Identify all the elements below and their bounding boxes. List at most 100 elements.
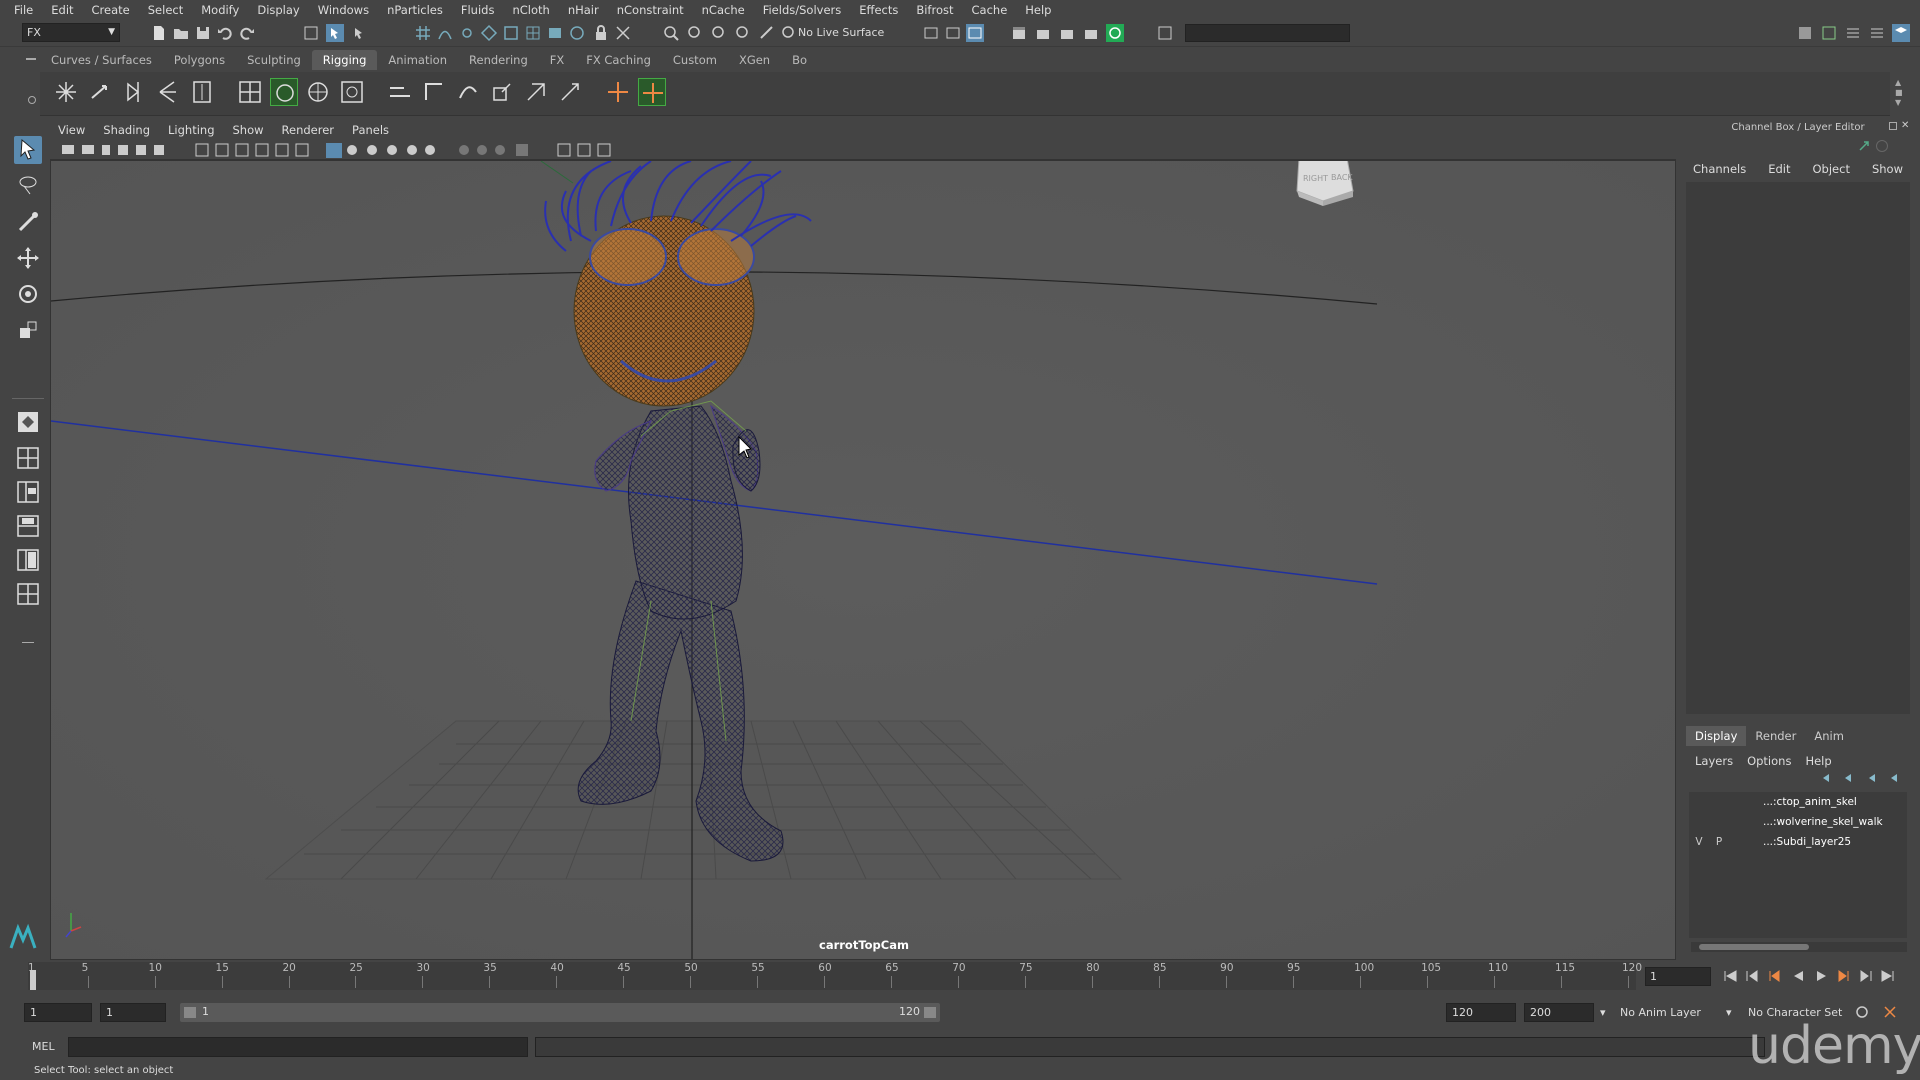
show-menu[interactable]: Show bbox=[1872, 162, 1903, 176]
locator-icon[interactable] bbox=[604, 78, 632, 106]
cluster-icon[interactable] bbox=[338, 78, 366, 106]
play-forwards-icon[interactable] bbox=[1814, 968, 1830, 984]
menu-windows[interactable]: Windows bbox=[318, 3, 369, 17]
close-icon[interactable]: ✕ bbox=[1901, 120, 1909, 131]
channel-box-toggle-icon[interactable] bbox=[1858, 140, 1870, 152]
lasso-tool-icon[interactable] bbox=[14, 172, 42, 200]
paint-weights-icon[interactable] bbox=[270, 78, 298, 106]
panel-toolbar-icons[interactable] bbox=[50, 140, 690, 160]
object-menu[interactable]: Object bbox=[1813, 162, 1850, 176]
shelf-tab-custom[interactable]: Custom bbox=[662, 50, 728, 70]
select-by-component-icon[interactable] bbox=[350, 24, 368, 42]
layers-menu[interactable]: Layers bbox=[1695, 754, 1733, 768]
persp-graph-layout-icon[interactable] bbox=[14, 512, 42, 540]
snap-grid-icon[interactable] bbox=[414, 24, 432, 42]
step-forward-frame-icon[interactable] bbox=[1836, 968, 1852, 984]
shelf-tab-curves-surfaces[interactable]: Curves / Surfaces bbox=[40, 50, 163, 70]
playback-start-field[interactable]: 1 bbox=[100, 1003, 166, 1022]
outliner-layout-icon[interactable] bbox=[14, 580, 42, 608]
move-tool-icon[interactable] bbox=[14, 244, 42, 272]
insert-joint-icon[interactable] bbox=[86, 78, 114, 106]
range-slider[interactable]: 1 120 bbox=[180, 1003, 940, 1022]
lattice-icon[interactable] bbox=[304, 78, 332, 106]
redo-icon[interactable] bbox=[238, 24, 256, 42]
bind-skin-icon[interactable] bbox=[236, 78, 264, 106]
snap-help-icon[interactable] bbox=[568, 24, 586, 42]
snap-curve-icon[interactable] bbox=[436, 24, 454, 42]
current-time-indicator[interactable] bbox=[30, 970, 36, 990]
menu-bifrost[interactable]: Bifrost bbox=[916, 3, 953, 17]
shelf-tab-animation[interactable]: Animation bbox=[377, 50, 458, 70]
time-slider[interactable]: 1 5 10 15 20 25 30 35 40 45 50 55 60 65 70 75 80 85 90 95 10… bbox=[28, 962, 1642, 990]
ipr-render-icon[interactable] bbox=[966, 24, 984, 42]
edit-menu[interactable]: Edit bbox=[1768, 162, 1790, 176]
select-tool-icon[interactable] bbox=[14, 136, 42, 164]
shelf-tab-rigging[interactable]: Rigging bbox=[311, 50, 378, 70]
step-forward-key-icon[interactable] bbox=[1858, 968, 1874, 984]
panel-menu-renderer[interactable]: Renderer bbox=[282, 123, 335, 137]
range-end-handle[interactable] bbox=[924, 1007, 936, 1018]
snap-live-icon[interactable] bbox=[502, 24, 520, 42]
view-cube[interactable]: RIGHT BACK bbox=[1296, 161, 1354, 206]
menu-fields-solvers[interactable]: Fields/Solvers bbox=[763, 3, 842, 17]
constraint-parent-icon[interactable] bbox=[522, 78, 550, 106]
attribute-editor-icon[interactable] bbox=[1820, 24, 1838, 42]
panel-menu-shading[interactable]: Shading bbox=[103, 123, 150, 137]
scrollbar-thumb[interactable] bbox=[1699, 944, 1809, 950]
hypershade-layout-icon[interactable] bbox=[14, 546, 42, 574]
current-frame-field[interactable]: 1 bbox=[1645, 967, 1711, 986]
menu-display[interactable]: Display bbox=[257, 3, 299, 17]
ik-handle-icon[interactable] bbox=[188, 78, 216, 106]
joint-tool-icon[interactable] bbox=[52, 78, 80, 106]
help-menu[interactable]: Help bbox=[1805, 754, 1831, 768]
animation-end-field[interactable]: 200 bbox=[1524, 1003, 1594, 1022]
select-by-object-icon[interactable] bbox=[326, 24, 344, 42]
render-frame-icon[interactable] bbox=[944, 24, 962, 42]
shelf-tab-polygons[interactable]: Polygons bbox=[163, 50, 236, 70]
range-start-handle[interactable] bbox=[184, 1007, 196, 1018]
shelf-menu-icon[interactable] bbox=[26, 58, 36, 60]
constraint-scale-icon[interactable] bbox=[488, 78, 516, 106]
menu-edit[interactable]: Edit bbox=[51, 3, 73, 17]
scene-canvas[interactable]: RIGHT BACK bbox=[51, 161, 1676, 960]
render-sequence-icon[interactable] bbox=[1058, 24, 1076, 42]
four-view-layout-icon[interactable] bbox=[14, 444, 42, 472]
menu-modify[interactable]: Modify bbox=[201, 3, 239, 17]
open-scene-icon[interactable] bbox=[172, 24, 190, 42]
menu-create[interactable]: Create bbox=[92, 3, 130, 17]
layer-row[interactable]: V P ...:Subdi_layer25 bbox=[1689, 832, 1907, 852]
layer-horizontal-scrollbar[interactable] bbox=[1691, 942, 1907, 952]
render-view-icon[interactable] bbox=[922, 24, 940, 42]
render-current-icon[interactable] bbox=[1034, 24, 1052, 42]
menu-select[interactable]: Select bbox=[148, 3, 183, 17]
shelf-settings-icon[interactable] bbox=[28, 96, 36, 104]
constraint-point-icon[interactable] bbox=[386, 78, 414, 106]
render-settings-icon[interactable] bbox=[758, 24, 776, 42]
persp-outliner-layout-icon[interactable] bbox=[14, 478, 42, 506]
live-surface-field[interactable]: No Live Surface bbox=[798, 24, 898, 42]
constraint-aim-icon[interactable] bbox=[420, 78, 448, 106]
shelf-tab-rendering[interactable]: Rendering bbox=[458, 50, 539, 70]
make-live-icon[interactable] bbox=[614, 24, 632, 42]
search-input[interactable] bbox=[1185, 24, 1350, 42]
shelf-tab-fx[interactable]: FX bbox=[539, 50, 576, 70]
menu-ncloth[interactable]: nCloth bbox=[512, 3, 549, 17]
input-line-icon[interactable] bbox=[1156, 24, 1174, 42]
go-to-end-icon[interactable] bbox=[1880, 968, 1896, 984]
clapper-icon[interactable] bbox=[1010, 24, 1028, 42]
mirror-joint-icon[interactable] bbox=[120, 78, 148, 106]
menu-fluids[interactable]: Fluids bbox=[461, 3, 495, 17]
menu-nhair[interactable]: nHair bbox=[568, 3, 599, 17]
ipr-icon[interactable] bbox=[780, 24, 798, 42]
layer-action-icons[interactable] bbox=[1819, 772, 1909, 784]
layer-row[interactable]: ...:ctop_anim_skel bbox=[1689, 792, 1907, 812]
command-input[interactable] bbox=[68, 1037, 528, 1057]
new-scene-icon[interactable] bbox=[150, 24, 168, 42]
select-by-hierarchy-icon[interactable] bbox=[302, 24, 320, 42]
step-back-frame-icon[interactable] bbox=[1766, 968, 1782, 984]
orient-joint-icon[interactable] bbox=[154, 78, 182, 106]
panel-menu-show[interactable]: Show bbox=[233, 123, 264, 137]
lock-icon[interactable] bbox=[592, 24, 610, 42]
shelf-tab-bo[interactable]: Bo bbox=[781, 50, 818, 70]
save-scene-icon[interactable] bbox=[194, 24, 212, 42]
